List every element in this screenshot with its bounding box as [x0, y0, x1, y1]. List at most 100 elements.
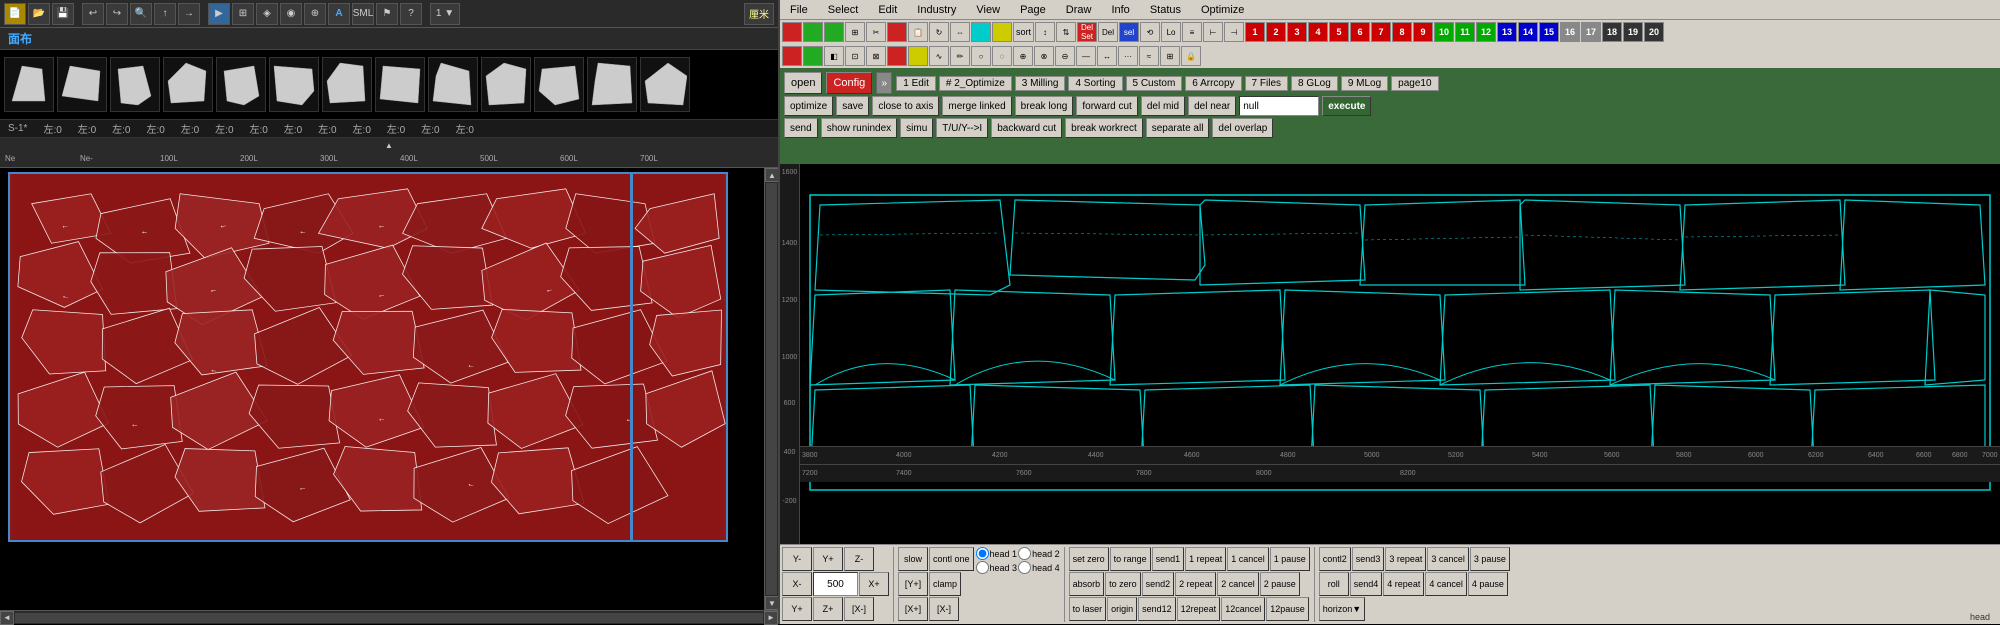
tool-save[interactable]: 💾	[52, 3, 74, 25]
scroll-track[interactable]	[766, 183, 777, 595]
tb2-lock[interactable]: 🔒	[1181, 46, 1201, 66]
tool-undo[interactable]: ↩	[82, 3, 104, 25]
tab-6arrcopy[interactable]: 6 Arrcopy	[1185, 76, 1241, 91]
tb-r1[interactable]	[782, 22, 802, 42]
tool-marker2[interactable]: ◉	[280, 3, 302, 25]
part-thumb-7[interactable]	[322, 57, 372, 112]
tool-new[interactable]: 📄	[4, 3, 26, 25]
origin-btn[interactable]: origin	[1107, 597, 1137, 621]
tb2-sym2[interactable]: ⊗	[1034, 46, 1054, 66]
tb-arrow2[interactable]: ⇅	[1056, 22, 1076, 42]
part-thumb-8[interactable]	[375, 57, 425, 112]
clamp-btn[interactable]: clamp	[929, 572, 961, 596]
fabric-canvas[interactable]: ← ← ← ← ← ← ← ← ← ← ← ← ← ← ← ← ▲	[0, 168, 778, 610]
tb-n7[interactable]: 7	[1371, 22, 1391, 42]
tb-g2[interactable]	[824, 22, 844, 42]
tb-text2[interactable]: ⊢	[1203, 22, 1223, 42]
tb-g1[interactable]	[803, 22, 823, 42]
tb-n2[interactable]: 2	[1266, 22, 1286, 42]
config-button[interactable]: Config	[826, 72, 872, 94]
op-execute[interactable]: execute	[1322, 96, 1371, 116]
op-show-run[interactable]: show runindex	[821, 118, 897, 138]
tb-paste[interactable]: 📋	[908, 22, 928, 42]
tool-text[interactable]: A	[328, 3, 350, 25]
menu-draw[interactable]: Draw	[1060, 3, 1098, 17]
speed-input[interactable]: 500	[813, 572, 858, 596]
part-thumb-13[interactable]	[640, 57, 690, 112]
tab-1edit[interactable]: 1 Edit	[896, 76, 936, 91]
tool-num[interactable]: 1 ▼	[430, 3, 460, 25]
tab-5custom[interactable]: 5 Custom	[1126, 76, 1183, 91]
tb-sort[interactable]: sort	[1013, 22, 1034, 42]
tool-up-arrow[interactable]: ↑	[154, 3, 176, 25]
one-pause-btn[interactable]: 1 pause	[1270, 547, 1310, 571]
three-pause-btn[interactable]: 3 pause	[1470, 547, 1510, 571]
three-cancel-btn[interactable]: 3 cancel	[1427, 547, 1469, 571]
two-pause-btn[interactable]: 2 pause	[1260, 572, 1300, 596]
contl-one-btn[interactable]: contl one	[929, 547, 974, 571]
tb-n6[interactable]: 6	[1350, 22, 1370, 42]
tb-n19[interactable]: 19	[1623, 22, 1643, 42]
tb2-icon1[interactable]: ◧	[824, 46, 844, 66]
tool-film[interactable]: ▶	[208, 3, 230, 25]
tool-units[interactable]: 厘米	[744, 3, 774, 25]
tb2-sym1[interactable]: ⊕	[1013, 46, 1033, 66]
menu-file[interactable]: File	[784, 3, 814, 17]
tb-n18[interactable]: 18	[1602, 22, 1622, 42]
slow-btn[interactable]: slow	[898, 547, 928, 571]
one-repeat-btn[interactable]: 1 repeat	[1185, 547, 1226, 571]
x-minus-btn[interactable]: X-	[782, 572, 812, 596]
scroll-up-arrow[interactable]: ▲	[765, 168, 778, 182]
twelve-repeat-btn[interactable]: 12repeat	[1177, 597, 1221, 621]
op-forward-cut[interactable]: forward cut	[1076, 96, 1137, 116]
to-laser-btn[interactable]: to laser	[1069, 597, 1107, 621]
y-minus-btn[interactable]: Y-	[782, 547, 812, 571]
tb-n4[interactable]: 4	[1308, 22, 1328, 42]
op-break-long[interactable]: break long	[1015, 96, 1074, 116]
two-repeat-btn[interactable]: 2 repeat	[1175, 572, 1216, 596]
tb2-y1[interactable]	[908, 46, 928, 66]
tb2-sym3[interactable]: ⊖	[1055, 46, 1075, 66]
open-button[interactable]: open	[784, 72, 822, 94]
part-thumb-1[interactable]	[4, 57, 54, 112]
part-thumb-6[interactable]	[269, 57, 319, 112]
tb-n20[interactable]: 20	[1644, 22, 1664, 42]
two-cancel-btn[interactable]: 2 cancel	[1217, 572, 1259, 596]
scroll-right-arrow[interactable]: ►	[764, 611, 778, 625]
scroll-h-track[interactable]	[15, 613, 763, 623]
op-optimize[interactable]: optimize	[784, 96, 833, 116]
four-repeat-btn[interactable]: 4 repeat	[1383, 572, 1424, 596]
tb2-pen[interactable]: ✏	[950, 46, 970, 66]
tool-special[interactable]: SML	[352, 3, 374, 25]
twelve-cancel-btn[interactable]: 12cancel	[1221, 597, 1265, 621]
three-repeat-btn[interactable]: 3 repeat	[1385, 547, 1426, 571]
one-cancel-btn[interactable]: 1 cancel	[1227, 547, 1269, 571]
tab-page10[interactable]: page10	[1391, 76, 1438, 91]
scroll-down-arrow[interactable]: ▼	[765, 596, 778, 610]
tb-n1[interactable]: 1	[1245, 22, 1265, 42]
head1-radio[interactable]	[976, 547, 989, 560]
send4-btn[interactable]: send4	[1350, 572, 1383, 596]
tb-cut[interactable]: ✂	[866, 22, 886, 42]
tb-r2[interactable]	[887, 22, 907, 42]
part-thumb-11[interactable]	[534, 57, 584, 112]
to-range-btn[interactable]: to range	[1110, 547, 1151, 571]
head4-radio[interactable]	[1018, 561, 1031, 574]
send12-btn[interactable]: send12	[1138, 597, 1176, 621]
expand-arrow[interactable]: »	[876, 72, 892, 94]
tb-n16[interactable]: 16	[1560, 22, 1580, 42]
y-plus-btn[interactable]: Y+	[813, 547, 843, 571]
op-backward-cut[interactable]: backward cut	[991, 118, 1062, 138]
tb-n10[interactable]: 10	[1434, 22, 1454, 42]
tb2-grid[interactable]: ⊞	[1160, 46, 1180, 66]
send2-btn[interactable]: send2	[1142, 572, 1175, 596]
tool-zoom-in[interactable]: 🔍	[130, 3, 152, 25]
menu-optimize[interactable]: Optimize	[1195, 3, 1250, 17]
tool-right-arrow[interactable]: →	[178, 3, 200, 25]
twelve-pause-btn[interactable]: 12pause	[1266, 597, 1309, 621]
tb2-r2[interactable]	[887, 46, 907, 66]
tb-rotate[interactable]: ↻	[929, 22, 949, 42]
tb2-circle[interactable]: ○	[971, 46, 991, 66]
tb-n14[interactable]: 14	[1518, 22, 1538, 42]
tool-marker1[interactable]: ◈	[256, 3, 278, 25]
